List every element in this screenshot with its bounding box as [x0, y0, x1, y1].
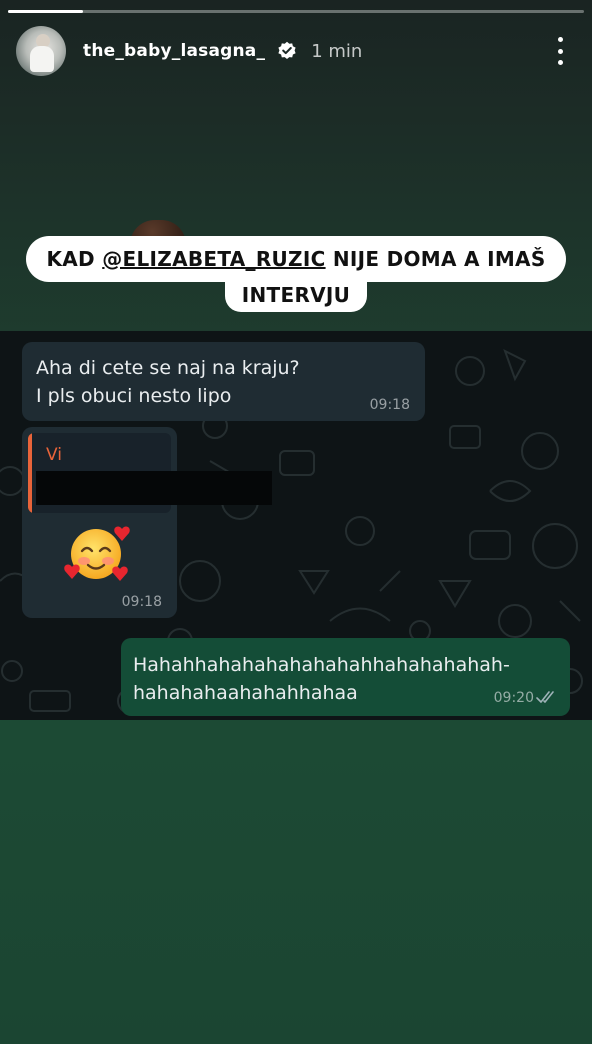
post-time: 1 min	[311, 40, 363, 62]
message-text: Aha di cete se naj na kraju? I pls obuci…	[36, 354, 300, 410]
caption-prefix: KAD	[46, 247, 103, 271]
more-dot	[557, 48, 563, 54]
story-header: the_baby_lasagna_ 1 min	[16, 24, 576, 78]
avatar[interactable]	[16, 26, 66, 76]
caption-sticker-line-2: INTERVJU	[225, 278, 367, 312]
more-dot	[557, 37, 563, 42]
message-line: I pls obuci nesto lipo	[36, 385, 232, 407]
verified-badge-icon	[278, 41, 296, 59]
caption-line-1: KAD @ELIZABETA_RUZIC NIJE DOMA A IMAŠ	[46, 247, 545, 271]
smiling-face-with-hearts-icon	[64, 526, 130, 581]
incoming-message-1[interactable]: Aha di cete se naj na kraju? I pls obuci…	[22, 342, 425, 421]
story-progress-bar	[8, 10, 584, 13]
outgoing-message-1[interactable]: Hahahhahahahahahahahhahahahahah- hahahah…	[121, 638, 570, 716]
caption-suffix: NIJE DOMA A IMAŠ	[325, 247, 546, 271]
avatar-body	[30, 46, 54, 72]
message-time: 09:20	[493, 690, 534, 706]
caption-mention[interactable]: @ELIZABETA_RUZIC	[102, 247, 325, 271]
message-time: 09:18	[369, 397, 410, 413]
double-check-icon	[536, 691, 554, 703]
message-text: Hahahhahahahahahahahhahahahahah- hahahah…	[133, 651, 510, 707]
message-time: 09:18	[121, 594, 162, 610]
caption-line-2: INTERVJU	[241, 283, 351, 307]
caption-sticker: KAD @ELIZABETA_RUZIC NIJE DOMA A IMAŠ	[26, 236, 566, 282]
chat-screenshot: Aha di cete se naj na kraju? I pls obuci…	[0, 331, 592, 720]
story-progress-fill	[8, 10, 83, 13]
more-vertical-icon[interactable]	[548, 37, 572, 65]
message-line: Hahahhahahahahahahahhahahahahah-	[133, 654, 510, 676]
redaction-bar	[36, 471, 272, 505]
reply-quote-bar	[28, 433, 32, 513]
message-line: Aha di cete se naj na kraju?	[36, 357, 300, 379]
more-dot	[557, 60, 563, 65]
reply-quote-author: Vi	[46, 445, 62, 465]
message-line: hahahahaahahahhahaa	[133, 682, 358, 704]
username[interactable]: the_baby_lasagna_	[83, 41, 265, 61]
